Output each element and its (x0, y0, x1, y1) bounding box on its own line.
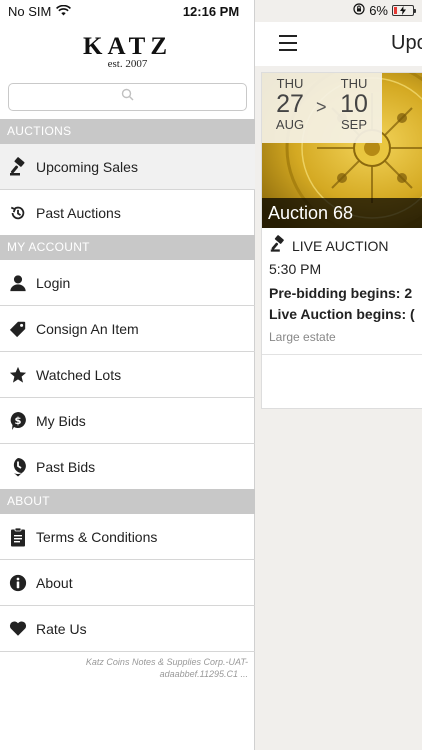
main-header: Upc (255, 22, 422, 66)
orientation-lock-icon (353, 3, 365, 18)
gavel-icon (0, 156, 36, 177)
sidebar-item-label: Watched Lots (36, 366, 122, 383)
app-version: Katz Coins Notes & Supplies Corp.-UAT- a… (48, 656, 248, 680)
sidebar-item-label: About (36, 574, 73, 591)
info-icon (0, 574, 36, 592)
sidebar-item-rate-us[interactable]: Rate Us (0, 606, 255, 652)
clipboard-icon (0, 527, 36, 547)
dollar-bubble-icon: $ (0, 411, 36, 431)
menu-icon[interactable] (279, 35, 297, 56)
auction-card[interactable]: THU 27 AUG > THU 10 SEP Auction 68 LIVE … (261, 72, 422, 409)
sidebar-item-terms[interactable]: Terms & Conditions (0, 514, 255, 560)
page-title: Upc (391, 32, 422, 54)
sidebar-item-label: Consign An Item (36, 320, 139, 337)
logo-text: KATZ (83, 33, 172, 60)
section-header-about: ABOUT (0, 489, 255, 514)
tag-icon (0, 320, 36, 338)
start-date: THU 27 AUG (268, 76, 312, 132)
date-arrow: > (316, 97, 327, 117)
clock-pin-icon (0, 457, 36, 477)
sidebar-item-consign[interactable]: Consign An Item (0, 306, 255, 352)
sidebar-item-watched-lots[interactable]: Watched Lots (0, 352, 255, 398)
sidebar-item-past-bids[interactable]: Past Bids (0, 444, 255, 490)
sidebar-item-label: Past Bids (36, 458, 96, 475)
card-divider (262, 354, 422, 355)
auction-name: Auction 68 (262, 198, 422, 228)
section-header-my-account: MY ACCOUNT (0, 235, 255, 260)
auction-type-row: LIVE AUCTION (269, 235, 388, 256)
sidebar-item-my-bids[interactable]: $ My Bids (0, 398, 255, 444)
status-right: 6% (353, 3, 416, 18)
battery-icon (392, 5, 416, 16)
version-line-1: Katz Coins Notes & Supplies Corp.-UAT- (85, 657, 248, 667)
end-day-of-week: THU (340, 76, 368, 91)
sidebar-item-label: Upcoming Sales (36, 158, 138, 175)
auction-image: THU 27 AUG > THU 10 SEP Auction 68 (262, 73, 422, 228)
logo-subtext: est. 2007 (107, 58, 148, 70)
end-day: 10 (340, 90, 368, 118)
heart-icon (0, 620, 36, 637)
start-day-of-week: THU (276, 76, 304, 91)
sidebar-item-label: Past Auctions (36, 204, 121, 221)
sidebar-item-upcoming-sales[interactable]: Upcoming Sales (0, 144, 255, 190)
search-input[interactable] (8, 83, 247, 111)
gavel-icon (269, 235, 287, 256)
prebid-begins: Pre-bidding begins: 2 (269, 285, 413, 301)
history-icon (0, 204, 36, 222)
sidebar-item-about[interactable]: About (0, 560, 255, 606)
version-line-2: adaabbef.11295.C1 ... (159, 669, 248, 679)
sidebar-item-label: Terms & Conditions (36, 528, 158, 545)
start-month: AUG (275, 117, 305, 132)
app-screen: No SIM 12:16 PM 6% Upc THU 27 AUG > THU … (0, 0, 422, 750)
brand-logo: KATZ est. 2007 (0, 33, 255, 71)
status-bar: No SIM 12:16 PM 6% (0, 0, 422, 22)
person-icon (0, 274, 36, 292)
end-month: SEP (340, 117, 367, 132)
date-range-box: THU 27 AUG > THU 10 SEP (262, 73, 382, 143)
svg-text:$: $ (15, 416, 22, 427)
sidebar-item-label: My Bids (36, 412, 86, 429)
sidebar-item-label: Login (36, 274, 71, 291)
search-icon (121, 88, 134, 106)
sidebar-drawer: KATZ est. 2007 AUCTIONS Upcoming Sales P… (0, 0, 255, 750)
section-header-auctions: AUCTIONS (0, 119, 255, 144)
auction-time: 5:30 PM (269, 261, 322, 277)
auction-type: LIVE AUCTION (292, 237, 389, 254)
star-icon (0, 366, 36, 384)
battery-percent: 6% (369, 3, 388, 18)
main-content: Upc THU 27 AUG > THU 10 SEP Auction 68 L… (255, 0, 422, 750)
auction-description: Large estate (269, 330, 336, 344)
start-day: 27 (276, 90, 304, 118)
sidebar-item-login[interactable]: Login (0, 260, 255, 306)
end-date: THU 10 SEP (332, 76, 376, 132)
sidebar-item-label: Rate Us (36, 620, 87, 637)
live-auction-begins: Live Auction begins: ( (269, 306, 415, 322)
sidebar-item-past-auctions[interactable]: Past Auctions (0, 190, 255, 236)
